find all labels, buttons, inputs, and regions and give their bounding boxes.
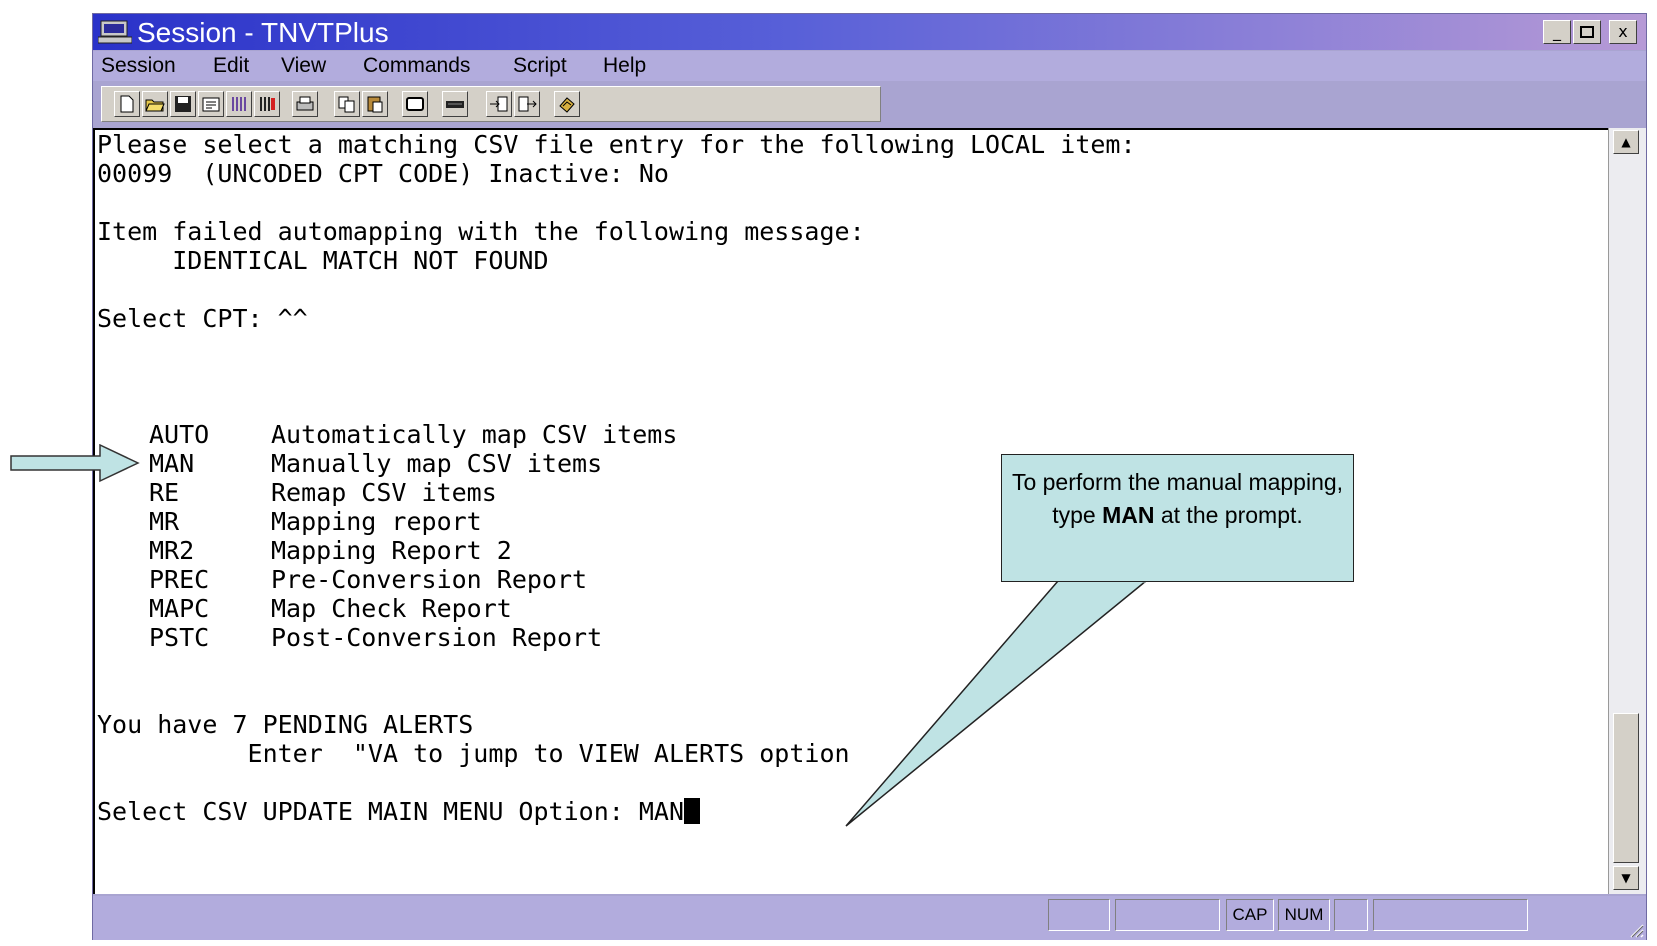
menu-option-code: MR2 [149,536,195,565]
instruction-callout: To perform the manual mapping, type MAN … [1001,454,1354,582]
status-panel [1334,899,1368,931]
open-folder-icon[interactable] [142,91,168,117]
computer-icon [98,20,132,44]
menu-option-code: RE [149,478,180,507]
menu-option-description: Mapping Report 2 [271,536,512,565]
terminal-window: Session - TNVTPlus _ x Session Edit View… [92,13,1647,940]
pending-alerts-line: You have 7 PENDING ALERTS [97,710,474,739]
menu-option-description: Post-Conversion Report [271,623,603,652]
menu-view[interactable]: View [281,54,326,78]
vertical-scrollbar[interactable]: ▲ ▼ [1608,128,1646,894]
menu-option-description: Remap CSV items [271,478,497,507]
send-file-icon[interactable] [486,91,512,117]
input-prompt: Select CSV UPDATE MAIN MENU Option: [97,797,639,826]
callout-bold-text: MAN [1102,502,1155,528]
save-icon[interactable] [170,91,196,117]
menu-option-code: MR [149,507,180,536]
toolbar [101,86,881,122]
macro-icon[interactable] [554,91,580,117]
num-lock-indicator: NUM [1278,899,1330,931]
menu-script[interactable]: Script [513,54,567,78]
pointer-arrow-icon [10,444,140,483]
copy-icon[interactable] [334,91,360,117]
menu-option-description: Pre-Conversion Report [271,565,588,594]
menu-option-code: PREC [149,565,210,594]
caps-lock-indicator: CAP [1226,899,1274,931]
paste-icon[interactable] [362,91,388,117]
menu-option-description: Automatically map CSV items [271,420,678,449]
connect-icon[interactable] [226,91,252,117]
scroll-down-arrow-icon[interactable]: ▼ [1613,866,1639,890]
terminal-item-line: 00099 (UNCODED CPT CODE) Inactive: No [97,159,669,188]
status-panel [1115,899,1220,931]
menu-option-code: MAN [149,449,195,478]
window-title: Session - TNVTPlus [137,17,389,48]
keyboard-icon[interactable] [442,91,468,117]
menu-edit[interactable]: Edit [213,54,249,78]
properties-icon[interactable] [198,91,224,117]
maximize-button[interactable] [1573,20,1601,44]
terminal-failed-line: Item failed automapping with the followi… [97,217,865,246]
status-bar: CAP NUM [93,896,1646,940]
minimize-button[interactable]: _ [1543,20,1571,44]
menu-option-description: Map Check Report [271,594,512,623]
print-icon[interactable] [292,91,318,117]
callout-text-after: at the prompt. [1154,502,1303,528]
view-alerts-hint: Enter "VA to jump to VIEW ALERTS option [97,739,850,768]
terminal-select-cpt: Select CPT: ^^ [97,304,308,333]
terminal-input-line[interactable]: Select CSV UPDATE MAIN MENU Option: MAN [97,797,701,826]
menu-option-code: MAPC [149,594,210,623]
terminal-header-line: Please select a matching CSV file entry … [97,130,1136,159]
new-document-icon[interactable] [114,91,140,117]
text-cursor [684,798,701,824]
status-panel [1048,899,1110,931]
close-button[interactable]: x [1609,20,1637,44]
input-value[interactable]: MAN [639,797,684,826]
resize-grip-icon[interactable] [1626,920,1644,938]
menu-option-code: AUTO [149,420,210,449]
disconnect-icon[interactable] [254,91,280,117]
terminal-failed-message: IDENTICAL MATCH NOT FOUND [97,246,549,275]
menu-help[interactable]: Help [603,54,646,78]
menu-option-code: PSTC [149,623,210,652]
menu-option-description: Manually map CSV items [271,449,603,478]
menu-session[interactable]: Session [101,54,176,78]
menu-bar: Session Edit View Commands Script Help [93,51,1646,81]
scrollbar-thumb[interactable] [1613,713,1639,863]
title-bar[interactable]: Session - TNVTPlus _ x [93,14,1646,50]
status-panel [1373,899,1528,931]
menu-commands[interactable]: Commands [363,54,470,78]
receive-file-icon[interactable] [514,91,540,117]
scroll-up-arrow-icon[interactable]: ▲ [1613,130,1639,154]
menu-option-description: Mapping report [271,507,482,536]
window-icon[interactable] [402,91,428,117]
terminal-screen[interactable]: Please select a matching CSV file entry … [93,128,1608,894]
